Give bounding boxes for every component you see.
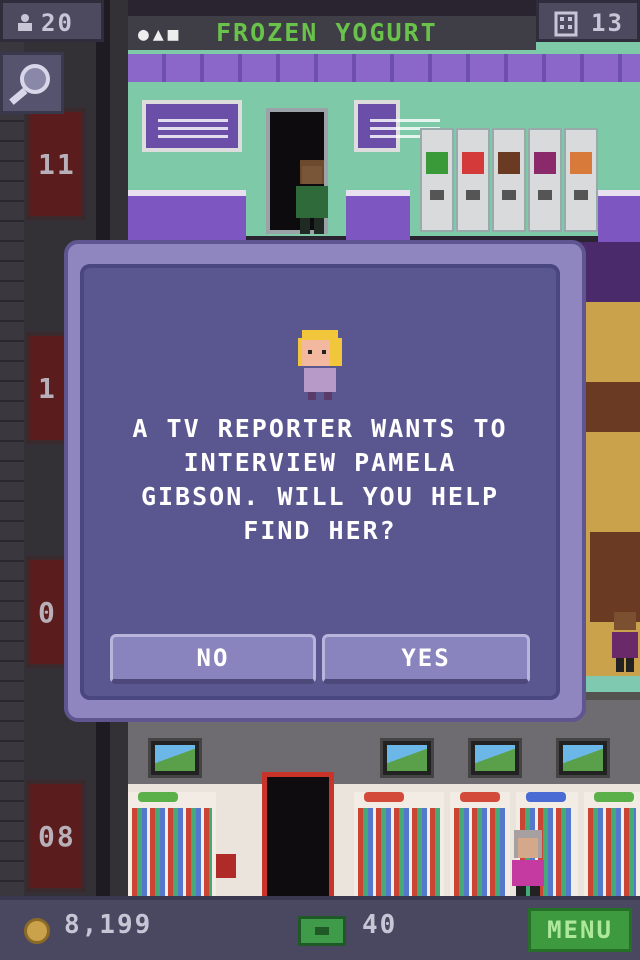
menu-board-small xyxy=(354,100,440,152)
menu-button[interactable]: MENU xyxy=(528,908,632,952)
people-icon xyxy=(18,14,32,31)
floor-number: 11 xyxy=(38,148,76,181)
coin-icon xyxy=(24,918,50,944)
reporter-character-icon xyxy=(298,330,342,400)
resident-character[interactable] xyxy=(608,612,638,672)
floor-number: 08 xyxy=(38,820,76,853)
coins-value: 8,199 xyxy=(64,910,153,940)
display-shelf xyxy=(354,792,444,904)
elevator-door-floor-11[interactable]: 11 xyxy=(26,108,86,220)
tower-bux-icon[interactable] xyxy=(298,916,346,946)
picture-frame xyxy=(380,738,434,778)
yogurt-machine xyxy=(456,128,490,232)
counter xyxy=(346,190,410,242)
room-title-bar: ●▲■ FROZEN YOGURT xyxy=(128,16,536,50)
no-button[interactable]: NO xyxy=(110,634,316,684)
floor-number: 0 xyxy=(38,596,57,629)
menu-board xyxy=(142,100,242,152)
resident-character[interactable] xyxy=(506,830,550,896)
awning xyxy=(128,54,640,82)
brick-wall xyxy=(0,0,24,960)
floor-number: 1 xyxy=(38,372,57,405)
picture-frame xyxy=(468,738,522,778)
yogurt-machine xyxy=(528,128,562,232)
magnifier-icon xyxy=(9,64,50,105)
frozen-yogurt-icons: ●▲■ xyxy=(138,24,183,45)
elevator-door-floor-08[interactable]: 08 xyxy=(26,780,86,892)
picture-frame xyxy=(148,738,202,778)
bookshelf xyxy=(584,792,640,904)
room-door xyxy=(262,772,334,904)
display-shelf xyxy=(128,792,216,904)
floor-counter[interactable]: 13 xyxy=(536,0,640,42)
floors-value: 13 xyxy=(591,9,624,37)
picture-frame xyxy=(556,738,610,778)
dialog-message: A TV REPORTER WANTS TO INTERVIEW PAMELA … xyxy=(132,414,508,545)
search-button[interactable] xyxy=(0,52,64,114)
counter xyxy=(598,190,640,242)
counter xyxy=(128,190,246,242)
bookshelf xyxy=(450,792,510,904)
customer-character[interactable] xyxy=(290,160,334,236)
yogurt-machine xyxy=(564,128,598,232)
building-icon xyxy=(554,11,578,37)
room-window xyxy=(590,532,640,622)
bottom-room[interactable] xyxy=(128,692,640,904)
yogurt-machine xyxy=(492,128,526,232)
yes-button[interactable]: YES xyxy=(322,634,530,684)
population-value: 20 xyxy=(41,9,74,37)
population-counter[interactable]: 20 xyxy=(0,0,104,42)
frozen-yogurt-room[interactable] xyxy=(128,40,640,242)
room-title: FROZEN YOGURT xyxy=(216,18,438,47)
tower-bux-value: 40 xyxy=(362,910,398,940)
yogurt-machine xyxy=(420,128,454,232)
